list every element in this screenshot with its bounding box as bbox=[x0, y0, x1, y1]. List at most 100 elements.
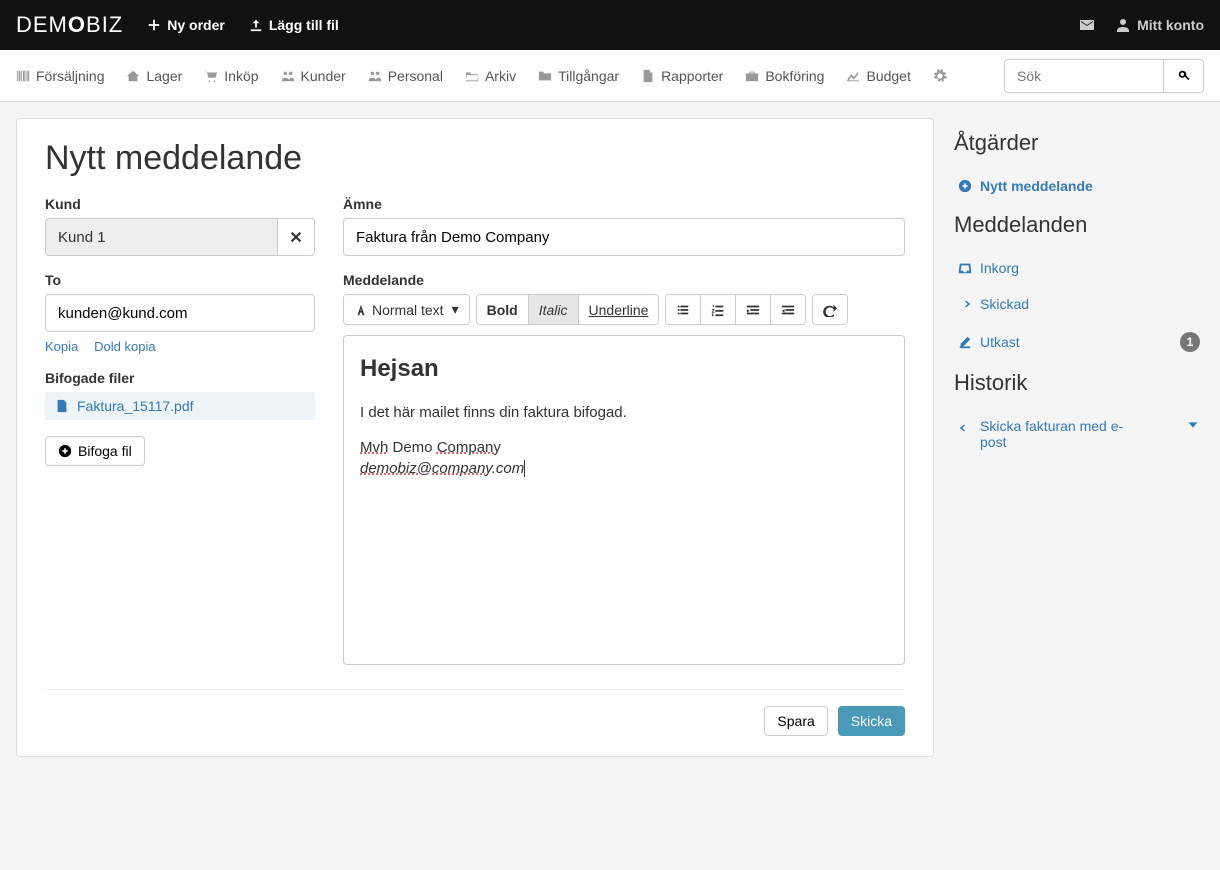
nav-inkop[interactable]: Inköp bbox=[204, 68, 258, 84]
customer-clear-button[interactable] bbox=[277, 218, 315, 256]
search-input[interactable] bbox=[1004, 59, 1164, 93]
brand-suffix: BIZ bbox=[86, 12, 123, 37]
list-ol-icon bbox=[711, 303, 725, 317]
bcc-link[interactable]: Dold kopia bbox=[94, 339, 155, 354]
redo-button[interactable] bbox=[813, 295, 847, 324]
list-ol-button[interactable] bbox=[701, 295, 736, 324]
attachment-name: Faktura_15117.pdf bbox=[77, 398, 194, 414]
users-icon bbox=[368, 69, 382, 83]
history-item[interactable]: Skicka fakturan med e-post bbox=[954, 408, 1204, 460]
list-ul-icon bbox=[676, 303, 690, 317]
search-icon bbox=[1177, 69, 1191, 83]
close-icon bbox=[289, 230, 303, 244]
format-dropdown[interactable]: Normal text ▾ bbox=[344, 295, 469, 324]
nav-arkiv[interactable]: Arkiv bbox=[465, 68, 516, 84]
nav-forsaljning[interactable]: Försäljning bbox=[16, 68, 104, 84]
arrow-right-icon bbox=[958, 297, 972, 311]
editor-signature: Mvh Demo Company demobiz@company.com bbox=[360, 437, 888, 479]
editor-body: I det här mailet finns din faktura bifog… bbox=[360, 402, 888, 423]
nav-lager[interactable]: Lager bbox=[126, 68, 182, 84]
editor-toolbar: Normal text ▾ Bold Italic Underline bbox=[343, 294, 905, 325]
chevron-down-icon bbox=[1186, 418, 1200, 432]
brand-logo: DEMOBIZ bbox=[16, 12, 123, 38]
inbox-label: Inkorg bbox=[980, 260, 1019, 276]
message-editor[interactable]: Hejsan I det här mailet finns din faktur… bbox=[343, 335, 905, 665]
nav-settings[interactable] bbox=[933, 69, 947, 83]
edit-icon bbox=[958, 335, 972, 349]
list-ul-button[interactable] bbox=[666, 295, 701, 324]
home-icon bbox=[126, 69, 140, 83]
folder-open-icon bbox=[465, 69, 479, 83]
plus-circle-icon bbox=[958, 179, 972, 193]
plus-circle-icon bbox=[58, 444, 72, 458]
attach-file-button[interactable]: Bifoga fil bbox=[45, 436, 145, 466]
indent-icon bbox=[781, 303, 795, 317]
font-icon bbox=[354, 303, 368, 317]
cc-link[interactable]: Kopia bbox=[45, 339, 78, 354]
cart-icon bbox=[204, 69, 218, 83]
new-order-button[interactable]: Ny order bbox=[147, 17, 225, 33]
nav-budget[interactable]: Budget bbox=[846, 68, 910, 84]
bold-button[interactable]: Bold bbox=[477, 295, 529, 324]
redo-icon bbox=[823, 303, 837, 317]
new-message-label: Nytt meddelande bbox=[980, 178, 1093, 194]
user-icon bbox=[1115, 17, 1131, 33]
history-heading: Historik bbox=[954, 370, 1204, 396]
to-input[interactable] bbox=[45, 294, 315, 332]
new-message-link[interactable]: Nytt meddelande bbox=[954, 168, 1204, 204]
add-file-button[interactable]: Lägg till fil bbox=[249, 17, 339, 33]
italic-button[interactable]: Italic bbox=[529, 295, 579, 324]
messages-heading: Meddelanden bbox=[954, 212, 1204, 238]
message-label: Meddelande bbox=[343, 272, 905, 288]
briefcase-icon bbox=[745, 69, 759, 83]
send-button[interactable]: Skicka bbox=[838, 706, 905, 736]
mail-icon-button[interactable] bbox=[1079, 17, 1095, 33]
subject-label: Ämne bbox=[343, 196, 905, 212]
global-search bbox=[1004, 59, 1204, 93]
attach-file-label: Bifoga fil bbox=[78, 443, 132, 459]
save-button[interactable]: Spara bbox=[764, 706, 827, 736]
new-order-label: Ny order bbox=[167, 17, 225, 33]
envelope-icon bbox=[1079, 17, 1095, 33]
outdent-icon bbox=[746, 303, 760, 317]
inbox-link[interactable]: Inkorg bbox=[954, 250, 1204, 286]
chart-line-icon bbox=[846, 69, 860, 83]
brand-prefix: DEM bbox=[16, 12, 68, 37]
compose-panel: Nytt meddelande Kund Kund 1 To Kopia Dol… bbox=[16, 118, 934, 757]
editor-heading: Hejsan bbox=[360, 352, 888, 386]
main-nav: Försäljning Lager Inköp Kunder Personal … bbox=[0, 50, 1220, 102]
nav-personal[interactable]: Personal bbox=[368, 68, 443, 84]
plus-icon bbox=[147, 18, 161, 32]
outdent-button[interactable] bbox=[736, 295, 771, 324]
folder-icon bbox=[538, 69, 552, 83]
indent-button[interactable] bbox=[771, 295, 805, 324]
topbar: DEMOBIZ Ny order Lägg till fil Mitt kont… bbox=[0, 0, 1220, 50]
nav-bokforing[interactable]: Bokföring bbox=[745, 68, 824, 84]
right-sidebar: Åtgärder Nytt meddelande Meddelanden Ink… bbox=[954, 118, 1204, 460]
drafts-badge: 1 bbox=[1180, 332, 1200, 352]
attachment-item[interactable]: Faktura_15117.pdf bbox=[45, 392, 315, 420]
my-account-label: Mitt konto bbox=[1137, 17, 1204, 33]
attached-label: Bifogade filer bbox=[45, 370, 315, 386]
actions-heading: Åtgärder bbox=[954, 130, 1204, 156]
inbox-icon bbox=[958, 261, 972, 275]
sent-label: Skickad bbox=[980, 296, 1029, 312]
caret-down-icon: ▾ bbox=[452, 301, 459, 318]
history-item-label: Skicka fakturan med e-post bbox=[980, 418, 1140, 450]
file-icon bbox=[55, 399, 69, 413]
customer-select[interactable]: Kund 1 bbox=[45, 218, 277, 256]
subject-input[interactable] bbox=[343, 218, 905, 256]
page-title: Nytt meddelande bbox=[45, 139, 905, 178]
customer-value: Kund 1 bbox=[58, 229, 106, 246]
nav-kunder[interactable]: Kunder bbox=[281, 68, 346, 84]
customer-label: Kund bbox=[45, 196, 315, 212]
nav-rapporter[interactable]: Rapporter bbox=[641, 68, 723, 84]
users-icon bbox=[281, 69, 295, 83]
drafts-link[interactable]: Utkast 1 bbox=[954, 322, 1204, 362]
sent-link[interactable]: Skickad bbox=[954, 286, 1204, 322]
my-account-button[interactable]: Mitt konto bbox=[1115, 17, 1204, 33]
search-button[interactable] bbox=[1164, 59, 1204, 93]
barcode-icon bbox=[16, 69, 30, 83]
nav-tillgangar[interactable]: Tillgångar bbox=[538, 68, 619, 84]
underline-button[interactable]: Underline bbox=[579, 295, 659, 324]
